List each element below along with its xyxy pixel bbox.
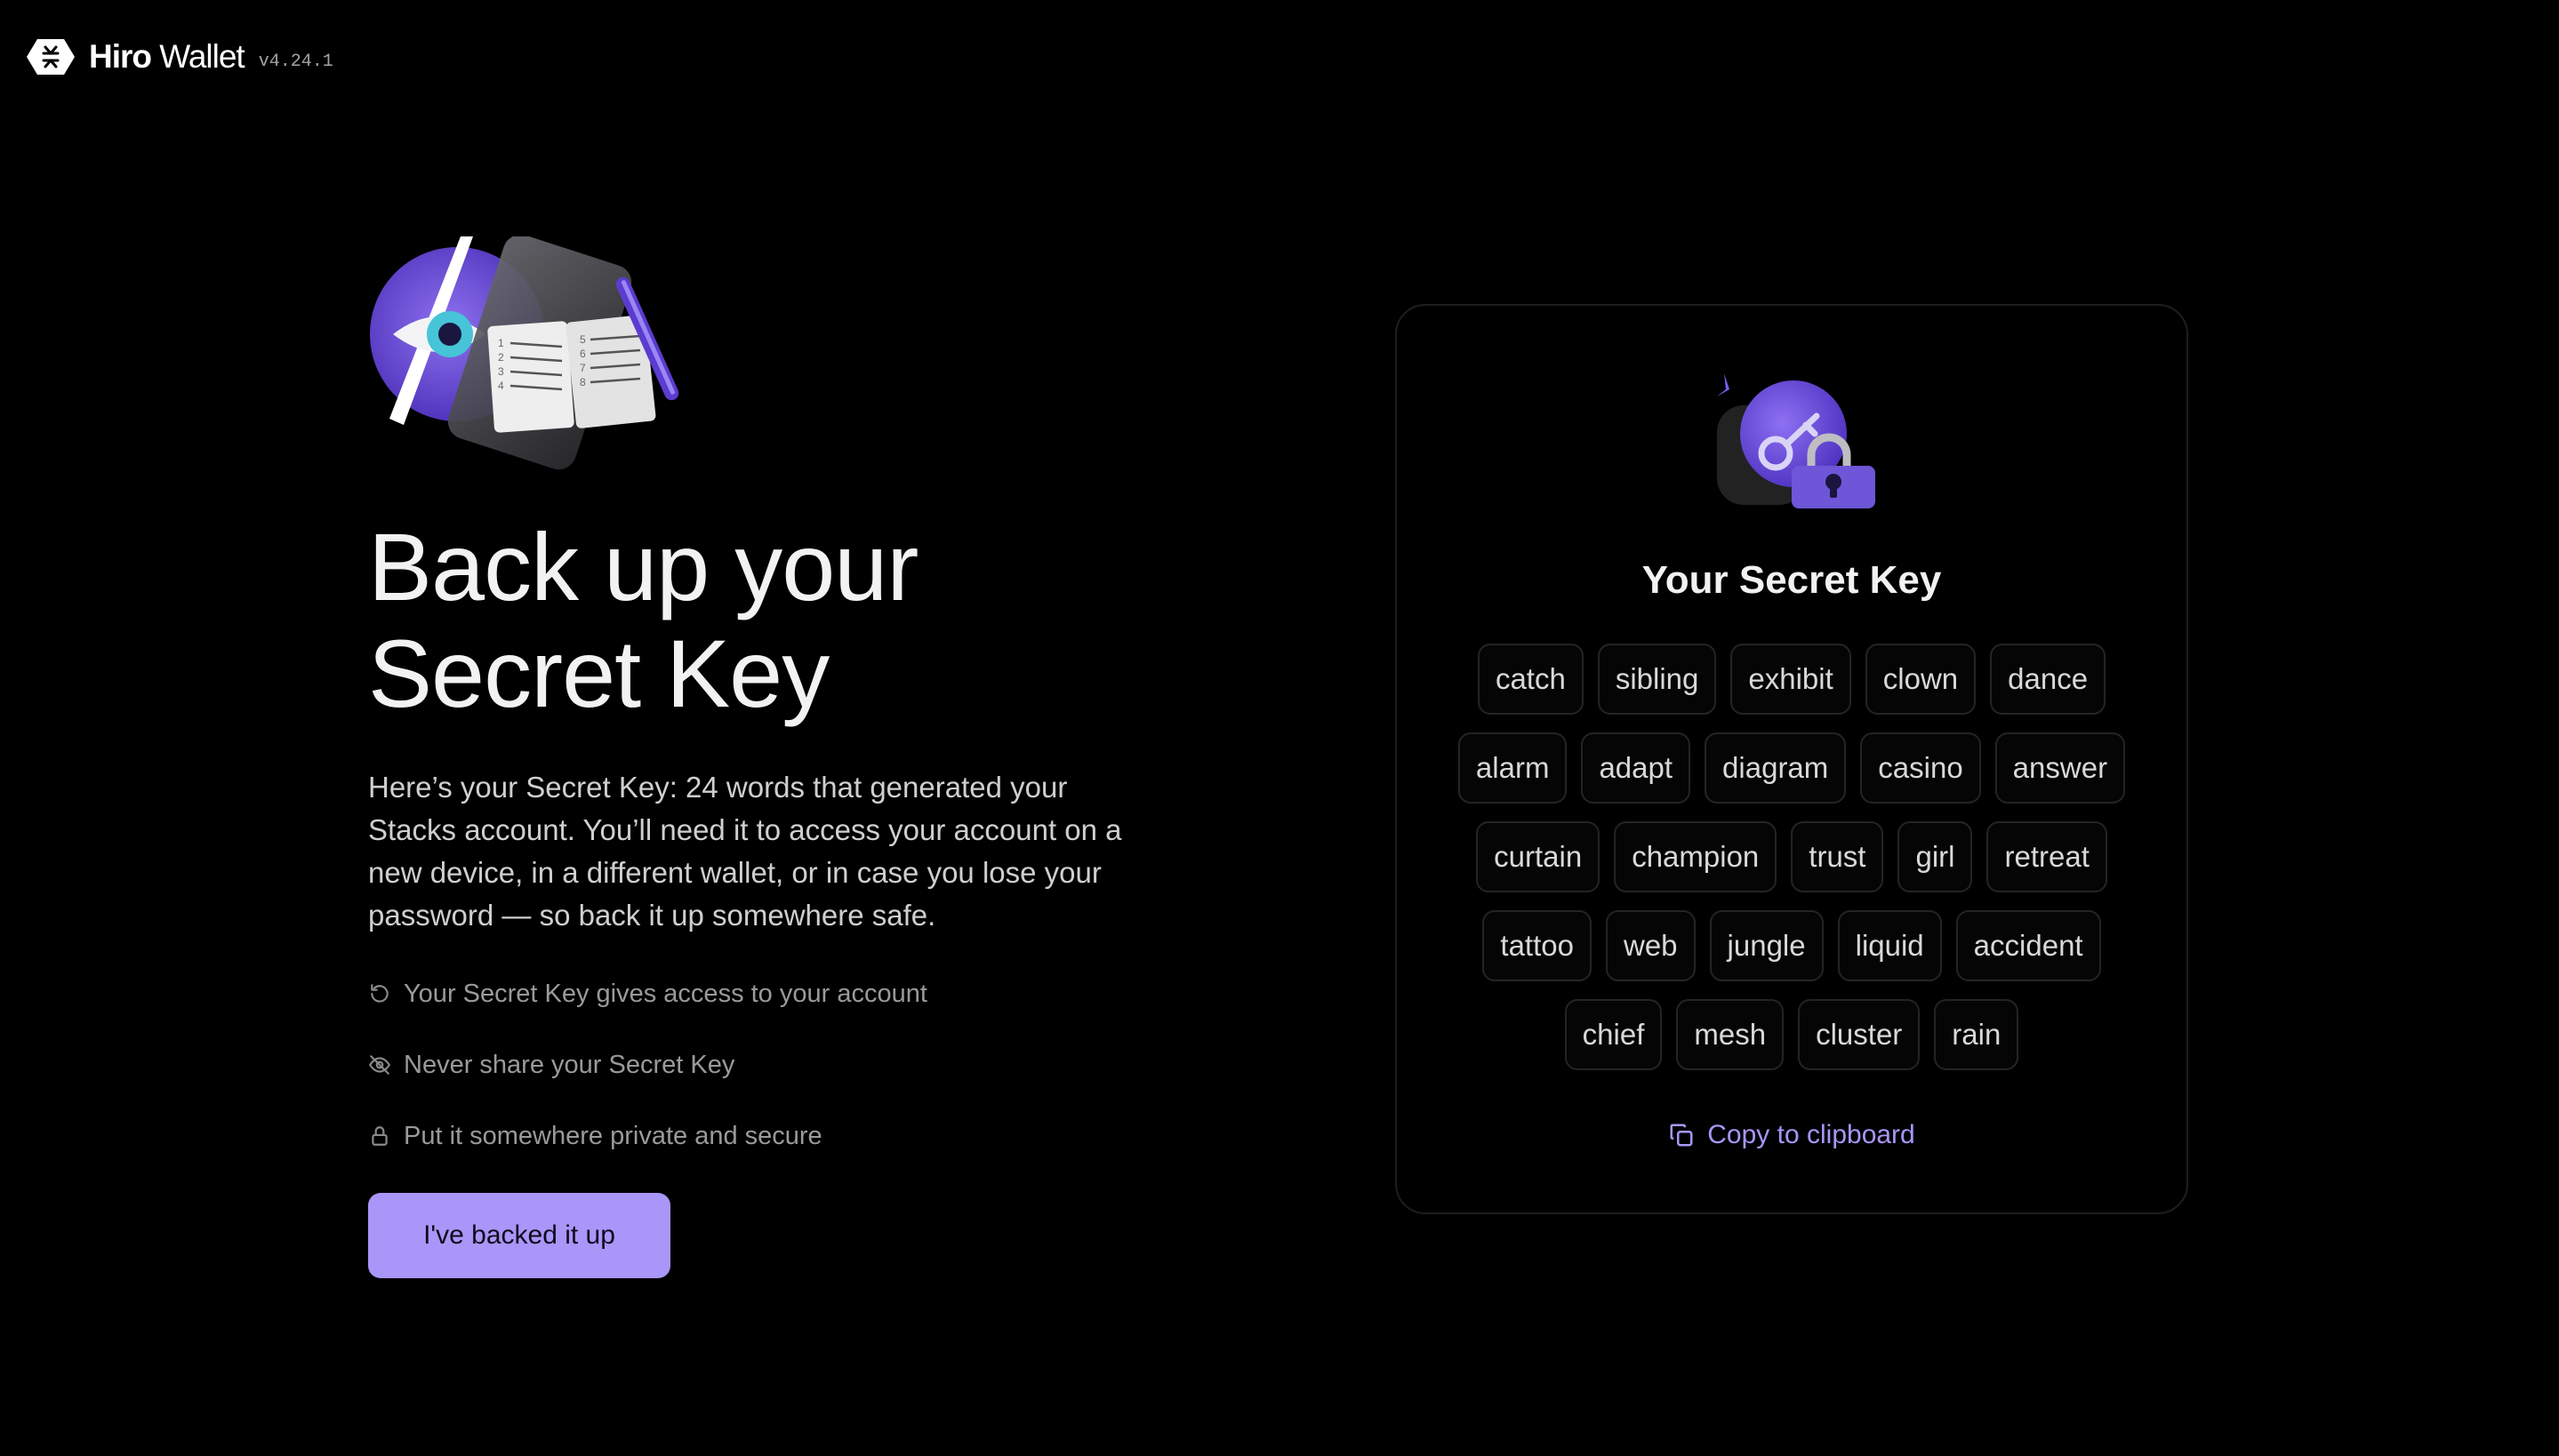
secret-key-word: mesh	[1676, 999, 1785, 1070]
secret-key-notebook-illustration: 1 23 4 5 6 7 8	[370, 236, 679, 470]
tip-access: Your Secret Key gives access to your acc…	[368, 974, 927, 1013]
svg-text:1: 1	[498, 337, 504, 349]
tip-never-share-text: Never share your Secret Key	[404, 1050, 735, 1079]
svg-text:6: 6	[580, 348, 586, 360]
secret-key-word: trust	[1791, 821, 1884, 892]
secret-key-word-grid: catch sibling exhibit clown dance alarm adapt d…	[1397, 644, 2186, 1088]
svg-text:3: 3	[498, 365, 504, 378]
secret-key-word: jungle	[1709, 910, 1824, 981]
secret-key-card: Your Secret Key catch sibling exhibit clown…	[1395, 304, 2188, 1214]
svg-text:5: 5	[580, 333, 586, 346]
secret-key-word: rain	[1934, 999, 2019, 1070]
secret-key-word: answer	[1994, 732, 2126, 804]
secret-key-word: tattoo	[1482, 910, 1592, 981]
secret-key-word: alarm	[1457, 732, 1568, 804]
hiro-logo-icon	[27, 39, 75, 75]
secret-key-word: diagram	[1705, 732, 1847, 804]
tip-never-share: Never share your Secret Key	[368, 1045, 927, 1084]
eye-off-icon	[369, 1055, 390, 1075]
secret-key-word: cluster	[1798, 999, 1921, 1070]
app-version: v4.24.1	[258, 51, 333, 72]
key-lock-illustration	[1717, 373, 1875, 508]
secret-key-word: catch	[1477, 644, 1584, 715]
secret-key-word: chief	[1564, 999, 1663, 1070]
lock-icon	[372, 1126, 388, 1146]
backed-up-button[interactable]: I've backed it up	[368, 1193, 670, 1278]
svg-text:7: 7	[580, 362, 586, 374]
brand-name-strong: Hiro	[89, 38, 152, 75]
secret-key-word: adapt	[1581, 732, 1691, 804]
svg-text:8: 8	[580, 376, 586, 388]
page-title-line-2: Secret Key	[368, 620, 830, 727]
secret-key-word: sibling	[1597, 644, 1717, 715]
brand-name-light: Wallet	[151, 38, 245, 75]
secret-key-word: exhibit	[1730, 644, 1851, 715]
secret-key-title: Your Secret Key	[1641, 558, 1942, 602]
tip-private: Put it somewhere private and secure	[368, 1116, 927, 1156]
page-title-line-1: Back up your	[368, 513, 919, 620]
secret-key-word: girl	[1897, 821, 1973, 892]
tip-access-text: Your Secret Key gives access to your acc…	[404, 979, 927, 1008]
svg-text:4: 4	[498, 380, 504, 392]
secret-key-word: retreat	[1986, 821, 2107, 892]
secret-key-word: champion	[1614, 821, 1777, 892]
svg-text:2: 2	[498, 351, 504, 364]
secret-key-word: casino	[1860, 732, 1981, 804]
secret-key-word-row: chief mesh cluster rain	[1397, 999, 2186, 1070]
secret-key-word-row: alarm adapt diagram casino answer	[1397, 732, 2186, 804]
secret-key-word: dance	[1990, 644, 2106, 715]
secret-key-word: liquid	[1837, 910, 1942, 981]
secret-key-word: accident	[1955, 910, 2101, 981]
brand-name: Hiro Wallet	[89, 38, 245, 76]
brand: Hiro Wallet v4.24.1	[27, 37, 333, 76]
secret-key-word: curtain	[1476, 821, 1600, 892]
tip-private-text: Put it somewhere private and secure	[404, 1121, 822, 1150]
secret-key-word-row: catch sibling exhibit clown dance	[1397, 644, 2186, 715]
copy-to-clipboard-button[interactable]: Copy to clipboard	[1397, 1120, 2186, 1150]
copy-to-clipboard-label: Copy to clipboard	[1707, 1120, 1915, 1149]
backup-tips-list: Your Secret Key gives access to your acc…	[368, 974, 927, 1188]
secret-key-word-row: tattoo web jungle liquid accident	[1397, 910, 2186, 981]
secret-key-word: web	[1605, 910, 1696, 981]
refresh-icon	[371, 984, 389, 1003]
secret-key-word-row: curtain champion trust girl retreat	[1397, 821, 2186, 892]
secret-key-word: clown	[1865, 644, 1977, 715]
copy-icon	[1670, 1124, 1693, 1147]
page-title: Back up your Secret Key	[368, 514, 1168, 727]
backup-description: Here’s your Secret Key: 24 words that ge…	[368, 771, 1122, 932]
